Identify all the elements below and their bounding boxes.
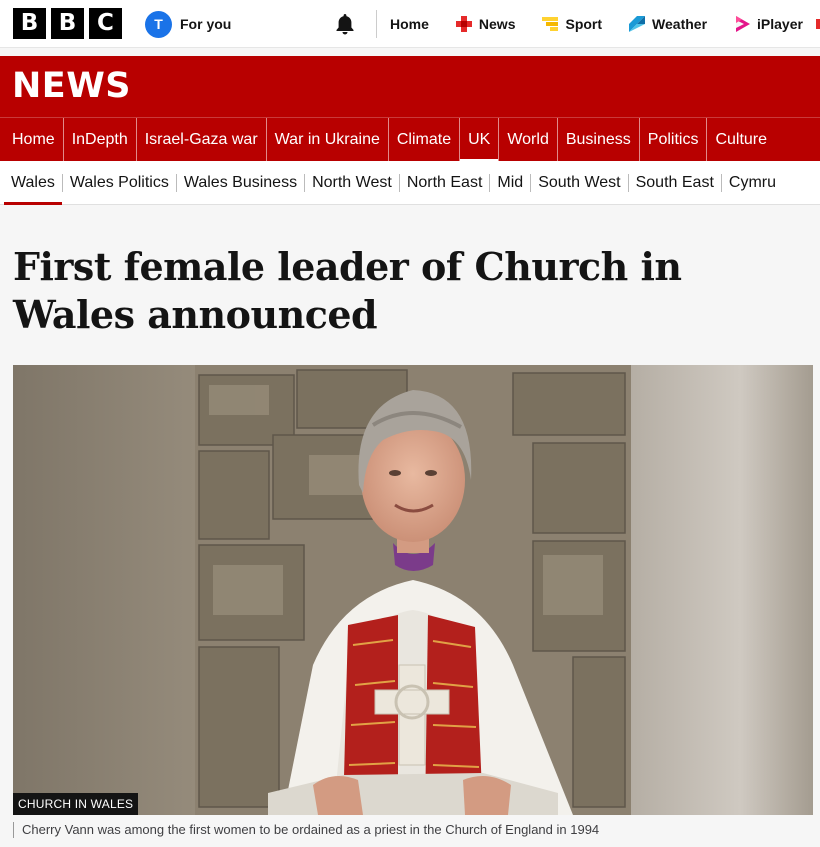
topnav-news[interactable]: News — [455, 15, 516, 33]
overflow-indicator — [816, 19, 820, 29]
sub-navigation: Wales Wales Politics Wales Business Nort… — [0, 161, 820, 205]
article-lead-image: CHURCH IN WALES — [13, 365, 813, 815]
section-nav-item[interactable]: Home — [4, 118, 64, 161]
topnav-label: iPlayer — [757, 16, 803, 32]
topnav-sport[interactable]: Sport — [541, 15, 602, 33]
section-nav-item[interactable]: Climate — [389, 118, 461, 161]
sub-nav-item[interactable]: North East — [400, 161, 490, 205]
sub-nav-item[interactable]: Cymru — [722, 161, 783, 205]
topnav-label: News — [478, 16, 516, 32]
top-navigation: Home News Sport Weather iPlayer — [390, 0, 820, 48]
section-nav-item[interactable]: Culture — [707, 118, 775, 161]
news-icon — [455, 16, 472, 32]
weather-icon — [629, 16, 646, 32]
section-navigation: Home InDepth Israel-Gaza war War in Ukra… — [0, 117, 820, 161]
section-nav-item[interactable]: Politics — [640, 118, 708, 161]
topnav-home[interactable]: Home — [390, 16, 429, 32]
sub-nav-item[interactable]: Mid — [490, 161, 530, 205]
portrait-photo — [13, 365, 813, 815]
bbc-logo[interactable]: B B C — [13, 8, 122, 39]
news-title[interactable]: NEWS — [12, 66, 131, 106]
news-masthead: NEWS — [0, 56, 820, 117]
sub-nav-item[interactable]: South West — [531, 161, 627, 205]
iplayer-icon — [736, 16, 751, 32]
sub-nav-item-active[interactable]: Wales — [4, 161, 62, 205]
topnav-weather[interactable]: Weather — [628, 15, 707, 33]
topnav-iplayer[interactable]: iPlayer — [733, 15, 803, 33]
section-nav-item[interactable]: Business — [558, 118, 640, 161]
sub-nav-item[interactable]: North West — [305, 161, 399, 205]
topnav-label: Home — [390, 16, 429, 32]
for-you-label: For you — [180, 16, 232, 32]
bbc-logo-letter: C — [89, 8, 122, 39]
image-credit: CHURCH IN WALES — [13, 793, 139, 815]
sport-icon — [542, 17, 559, 31]
sub-nav-item[interactable]: Wales Business — [177, 161, 304, 205]
section-nav-item[interactable]: War in Ukraine — [267, 118, 389, 161]
top-bar-divider — [376, 10, 377, 38]
avatar: T — [145, 10, 172, 38]
section-nav-item[interactable]: Israel-Gaza war — [137, 118, 267, 161]
article-headline: First female leader of Church in Wales a… — [13, 244, 682, 337]
sub-nav-item[interactable]: South East — [629, 161, 721, 205]
sub-nav-item[interactable]: Wales Politics — [63, 161, 176, 205]
topnav-label: Weather — [652, 16, 708, 32]
bbc-logo-letter: B — [13, 8, 46, 39]
image-caption: Cherry Vann was among the first women to… — [13, 822, 599, 838]
for-you-button[interactable]: T For you — [145, 10, 231, 38]
topnav-label: Sport — [565, 16, 603, 32]
bbc-logo-letter: B — [51, 8, 84, 39]
section-nav-item[interactable]: InDepth — [64, 118, 137, 161]
section-nav-item-active[interactable]: UK — [460, 118, 500, 161]
notifications-bell-icon[interactable] — [333, 12, 357, 36]
top-bar: B B C T For you Home News Sport Weather … — [0, 0, 820, 48]
section-nav-item[interactable]: World — [499, 118, 558, 161]
